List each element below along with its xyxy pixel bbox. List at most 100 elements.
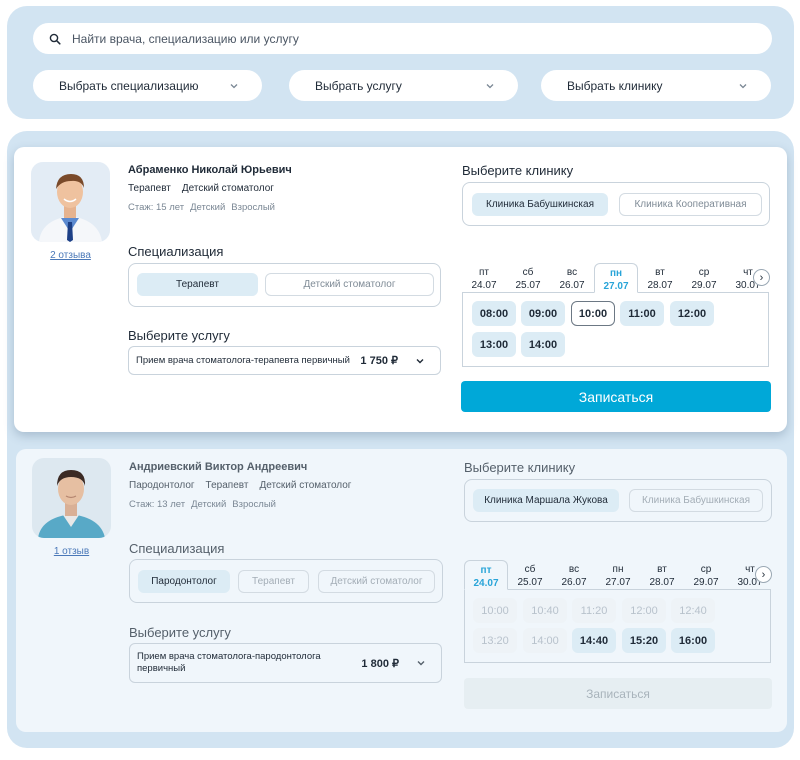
service-name: Прием врача стоматолога-терапевта первич… [136, 355, 350, 366]
filter-panel: Выбрать специализацию Выбрать услугу Выб… [7, 6, 794, 119]
doctor-age-group: Взрослый [232, 499, 276, 510]
time-slot[interactable]: 16:00 [671, 628, 715, 653]
date-value: 28.07 [649, 577, 675, 588]
reviews-link[interactable]: 1 отзыв [32, 546, 111, 557]
next-dates-button[interactable]: › [755, 566, 772, 583]
clinic-select[interactable]: Выбрать клинику [541, 70, 771, 101]
date-tab[interactable]: вс 26.07 [550, 263, 594, 293]
doctor-photo [31, 162, 110, 242]
clinic-title: Выберите клинику [464, 460, 576, 475]
date-day: пн [612, 564, 624, 575]
book-button[interactable]: Записаться [464, 678, 772, 709]
time-slot-disabled: 12:40 [671, 598, 715, 623]
date-tab-selected[interactable]: пт 24.07 [464, 560, 508, 590]
date-day: сб [524, 564, 536, 575]
specialization-option[interactable]: Терапевт [137, 273, 258, 296]
date-value: 29.07 [693, 577, 719, 588]
date-day: ср [700, 564, 712, 575]
date-tab[interactable]: сб 25.07 [508, 560, 552, 590]
specialization-option[interactable]: Детский стоматолог [265, 273, 434, 296]
time-slot[interactable]: 14:40 [572, 628, 616, 653]
time-slot[interactable]: 12:00 [670, 301, 714, 326]
time-slot[interactable]: 15:20 [622, 628, 666, 653]
doctor-age-group: Взрослый [231, 202, 275, 213]
date-tab[interactable]: вс 26.07 [552, 560, 596, 590]
doctor-specialties: Терапевт Детский стоматолог [128, 183, 274, 194]
date-day: вс [566, 267, 578, 278]
doctor-experience: Стаж: 13 лет [129, 499, 186, 510]
time-slot[interactable]: 08:00 [472, 301, 516, 326]
date-day: чт [745, 564, 755, 575]
specialization-option[interactable]: Детский стоматолог [318, 570, 435, 593]
reviews-link[interactable]: 2 отзыва [31, 250, 110, 261]
service-dropdown[interactable]: Прием врача стоматолога-терапевта первич… [128, 346, 441, 375]
date-value: 27.07 [603, 281, 629, 292]
chevron-right-icon: › [761, 568, 766, 581]
doctor-card: 1 отзыв Андриевский Виктор Андреевич Пар… [16, 449, 787, 732]
specialization-select[interactable]: Выбрать специализацию [33, 70, 262, 101]
chevron-down-icon [416, 358, 424, 363]
clinic-option[interactable]: Клиника Маршала Жукова [473, 489, 619, 512]
time-slot[interactable]: 14:00 [521, 332, 565, 357]
doctor-specialty: Детский стоматолог [181, 183, 274, 194]
date-value: 25.07 [515, 280, 541, 291]
date-day: сб [522, 267, 534, 278]
time-slot[interactable]: 13:00 [472, 332, 516, 357]
date-tab[interactable]: пт 24.07 [462, 263, 506, 293]
date-value: 27.07 [605, 577, 631, 588]
date-day: вт [655, 267, 665, 278]
clinic-option[interactable]: Клиника Бабушкинская [629, 489, 763, 512]
next-dates-button[interactable]: › [753, 269, 770, 286]
clinic-options: Клиника Бабушкинская Клиника Кооперативн… [462, 182, 770, 226]
doctor-card: 2 отзыва Абраменко Николай Юрьевич Терап… [14, 147, 787, 432]
time-slot[interactable]: 11:00 [620, 301, 664, 326]
date-tab[interactable]: вт 28.07 [638, 263, 682, 293]
service-dropdown[interactable]: Прием врача стоматолога-пародонтолога пе… [129, 643, 442, 683]
date-value: 26.07 [559, 280, 585, 291]
search-bar[interactable] [33, 23, 772, 54]
search-input[interactable] [72, 31, 722, 46]
clinic-option[interactable]: Клиника Кооперативная [619, 193, 762, 216]
date-tab[interactable]: ср 29.07 [682, 263, 726, 293]
date-value: 25.07 [517, 577, 543, 588]
doctor-specialties: Пародонтолог Терапевт Детский стоматолог [129, 480, 351, 491]
time-slot-selected[interactable]: 10:00 [571, 301, 615, 326]
doctor-meta: Стаж: 13 лет Детский Взрослый [129, 499, 276, 510]
service-price: 1 750 ₽ [360, 355, 398, 367]
date-tab[interactable]: пн 27.07 [596, 560, 640, 590]
date-day: пн [609, 268, 623, 279]
clinic-options: Клиника Маршала Жукова Клиника Бабушкинс… [464, 479, 772, 522]
date-day: чт [743, 267, 753, 278]
time-slot-disabled: 13:20 [473, 628, 517, 653]
specialization-option[interactable]: Терапевт [238, 570, 309, 593]
date-tab-selected[interactable]: пн 27.07 [594, 263, 638, 293]
date-tab[interactable]: вт 28.07 [640, 560, 684, 590]
service-select-label: Выбрать услугу [315, 78, 402, 93]
service-name: Прием врача стоматолога-пародонтолога пе… [137, 651, 321, 674]
chevron-down-icon [230, 83, 238, 88]
clinic-title: Выберите клинику [462, 163, 574, 178]
doctor-age-group: Детский [190, 202, 226, 213]
time-slot-disabled: 12:00 [622, 598, 666, 623]
specialization-option[interactable]: Пародонтолог [138, 570, 230, 593]
book-button[interactable]: Записаться [461, 381, 771, 412]
date-value: 24.07 [471, 280, 497, 291]
doctor-name: Андриевский Виктор Андреевич [129, 461, 308, 473]
search-icon [49, 33, 61, 45]
service-select[interactable]: Выбрать услугу [289, 70, 518, 101]
chevron-down-icon [486, 83, 494, 88]
date-tab[interactable]: ср 29.07 [684, 560, 728, 590]
date-value: 28.07 [647, 280, 673, 291]
time-slot[interactable]: 09:00 [521, 301, 565, 326]
time-slot-disabled: 10:00 [473, 598, 517, 623]
date-day: пт [479, 267, 489, 278]
clinic-option[interactable]: Клиника Бабушкинская [472, 193, 608, 216]
specialization-title: Специализация [128, 244, 224, 259]
date-day: пт [480, 565, 492, 576]
date-tab[interactable]: сб 25.07 [506, 263, 550, 293]
time-slots: 10:00 10:40 11:20 12:00 12:40 13:20 14:0… [464, 589, 771, 663]
specialization-options: Пародонтолог Терапевт Детский стоматолог [129, 559, 443, 603]
doctor-photo [32, 458, 111, 538]
specialization-select-label: Выбрать специализацию [59, 78, 199, 93]
doctor-meta: Стаж: 15 лет Детский Взрослый [128, 202, 275, 213]
